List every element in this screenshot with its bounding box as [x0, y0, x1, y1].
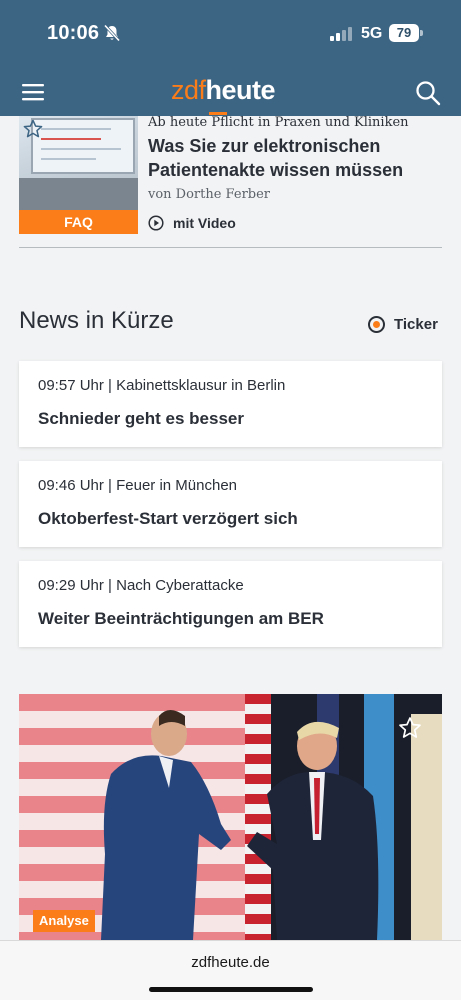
- cellular-signal-icon: [330, 27, 352, 41]
- browser-address-bar[interactable]: zdfheute.de: [0, 940, 461, 1000]
- logo-zdf: zdf: [171, 75, 206, 105]
- news-card[interactable]: 09:46 Uhr | Feuer in München Oktoberfest…: [19, 461, 442, 547]
- feature-article-image[interactable]: Analyse: [19, 694, 442, 940]
- logo-heute: heute: [205, 75, 276, 105]
- news-card[interactable]: 09:57 Uhr | Kabinettsklausur in Berlin S…: [19, 361, 442, 447]
- article-kicker: Ab heute Pflicht in Praxen und Kliniken: [148, 116, 409, 130]
- battery-icon: 79: [389, 24, 423, 42]
- article-author: von Dorthe Ferber: [148, 187, 271, 202]
- article-headline[interactable]: Was Sie zur elektronischen Patientenakte…: [148, 134, 440, 182]
- news-card[interactable]: 09:29 Uhr | Nach Cyberattacke Weiter Bee…: [19, 561, 442, 647]
- news-meta: 09:46 Uhr | Feuer in München: [38, 477, 238, 494]
- zdfheute-logo[interactable]: zdfheute: [171, 75, 276, 115]
- home-indicator[interactable]: [149, 987, 313, 992]
- app-header: zdfheute: [0, 68, 461, 116]
- news-meta: 09:29 Uhr | Nach Cyberattacke: [38, 577, 244, 594]
- news-title: Weiter Beeinträchtigungen am BER: [38, 609, 324, 628]
- live-dot-icon: [368, 316, 385, 333]
- section-divider: [19, 247, 442, 248]
- battery-level: 79: [389, 24, 419, 42]
- section-title: News in Kürze: [19, 307, 174, 334]
- network-type: 5G: [361, 25, 383, 42]
- news-title: Schnieder geht es besser: [38, 409, 244, 428]
- news-meta: 09:57 Uhr | Kabinettsklausur in Berlin: [38, 377, 286, 394]
- analyse-badge: Analyse: [33, 910, 95, 932]
- ticker-label: Ticker: [394, 316, 438, 333]
- url-text[interactable]: zdfheute.de: [0, 954, 461, 971]
- hamburger-menu-icon[interactable]: [22, 82, 44, 102]
- person-silhouette: [247, 721, 379, 940]
- content-area[interactable]: FAQ Ab heute Pflicht in Praxen und Klini…: [0, 116, 461, 940]
- status-bar: 10:06 5G 79: [0, 0, 461, 68]
- play-circle-icon: [148, 215, 164, 231]
- bell-off-icon: [103, 24, 121, 42]
- faq-badge: FAQ: [19, 210, 138, 234]
- search-icon[interactable]: [415, 80, 441, 106]
- bookmark-star-icon[interactable]: [398, 716, 422, 740]
- status-time: 10:06: [47, 22, 100, 44]
- top-article-teaser[interactable]: FAQ Ab heute Pflicht in Praxen und Klini…: [19, 116, 442, 248]
- news-title: Oktoberfest-Start verzögert sich: [38, 509, 298, 528]
- person-silhouette: [101, 710, 231, 940]
- bookmark-star-icon[interactable]: [23, 119, 43, 139]
- video-label: mit Video: [173, 215, 236, 231]
- article-thumbnail[interactable]: [19, 116, 138, 210]
